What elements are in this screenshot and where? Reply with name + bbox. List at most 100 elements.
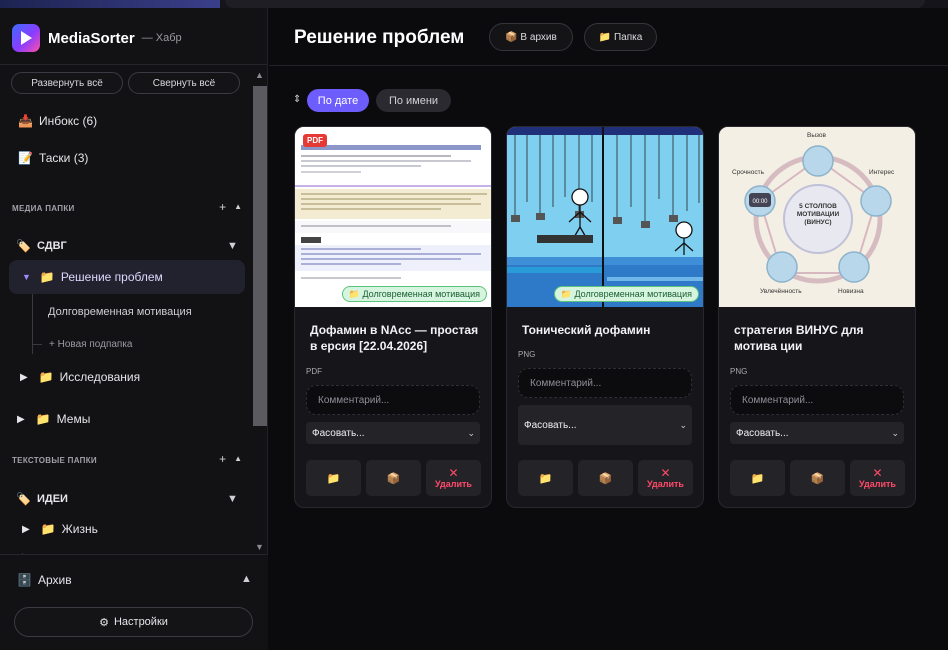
- comment-input[interactable]: Комментарий...: [306, 385, 480, 415]
- folder-icon: 📁: [40, 522, 56, 536]
- box-icon: 📦: [386, 472, 401, 485]
- folder-icon: 📁: [750, 472, 765, 485]
- archive-item-button[interactable]: 📦: [578, 460, 633, 496]
- select-value: Фасовать...: [736, 427, 789, 439]
- collapsed-arrow-icon[interactable]: ▶: [17, 414, 25, 425]
- folder-badge[interactable]: 📁 Долговременная мотивация: [341, 286, 487, 302]
- folder-icon: 📁: [35, 412, 51, 426]
- sidebar-scrollbar[interactable]: ▲ ▼: [252, 68, 267, 562]
- delete-button[interactable]: ✕ Удалить: [850, 460, 905, 496]
- select-value: Фасовать...: [312, 427, 365, 439]
- card-file-type: PNG: [730, 367, 748, 376]
- tree-line: [32, 294, 33, 354]
- group-label: СДВГ: [36, 240, 67, 252]
- infographic-label: Новизна: [838, 288, 864, 295]
- folder-button[interactable]: 📁 Папка: [584, 23, 657, 51]
- sidebar-footer: 🗄️ Архив ▲ ⚙ Настройки: [0, 554, 268, 650]
- group-label: ИДЕИ: [36, 493, 68, 505]
- sort-into-select[interactable]: Фасовать... ⌄: [518, 405, 692, 445]
- ideas-toggle-icon[interactable]: ▼: [227, 493, 238, 505]
- collapse-text-section-button[interactable]: ▲: [234, 452, 242, 466]
- tag-icon: 🏷️: [16, 239, 31, 253]
- media-card[interactable]: 📁 Долговременная мотивация Тонический до…: [506, 126, 704, 508]
- move-to-folder-button[interactable]: 📁: [518, 460, 573, 496]
- comic-preview: [507, 127, 703, 307]
- sidebar-item-life[interactable]: ▶ 📁 Жизнь: [22, 522, 98, 536]
- sort-into-select[interactable]: Фасовать... ⌄: [730, 422, 904, 444]
- archive-item-button[interactable]: 📦: [790, 460, 845, 496]
- box-icon: 📦: [598, 472, 613, 485]
- expand-all-button[interactable]: Развернуть всё: [11, 72, 123, 94]
- app-subtitle: — Хабр: [141, 32, 182, 44]
- archive-icon: 🗄️: [17, 573, 32, 587]
- top-strip: [0, 0, 948, 8]
- add-text-folder-button[interactable]: +: [219, 452, 226, 466]
- sidebar-item-archive[interactable]: 🗄️ Архив: [17, 573, 72, 587]
- sort-into-select[interactable]: Фасовать... ⌄: [306, 422, 480, 444]
- delete-label: Удалить: [435, 478, 472, 489]
- scroll-up-icon[interactable]: ▲: [255, 70, 264, 80]
- card-thumbnail[interactable]: PDF 📁 Долговременная мотивация: [295, 127, 491, 307]
- expanded-arrow-icon[interactable]: ▼: [22, 272, 31, 282]
- delete-button[interactable]: ✕ Удалить: [426, 460, 481, 496]
- tree-branch: [32, 344, 42, 345]
- infographic-label: Срочность: [732, 169, 764, 176]
- sdvg-toggle-icon[interactable]: ▼: [227, 240, 238, 252]
- close-icon: ✕: [872, 465, 883, 480]
- main-content: Решение проблем 📦 В архив 📁 Папка ⇕ По д…: [269, 8, 948, 650]
- card-title: стратегия ВИНУС для мотива ции: [734, 323, 864, 353]
- folder-badge[interactable]: 📁 Долговременная мотивация: [553, 286, 699, 302]
- infographic-label: Вызов: [807, 132, 826, 139]
- page-title: Решение проблем: [294, 27, 465, 48]
- media-card[interactable]: PDF 📁 Долговременная мотивация Дофамин в…: [294, 126, 492, 508]
- sidebar-item-research[interactable]: ▶ 📁 Исследования: [20, 370, 140, 384]
- settings-button[interactable]: ⚙ Настройки: [14, 607, 253, 637]
- chevron-down-icon: ⌄: [891, 427, 899, 438]
- collapsed-arrow-icon[interactable]: ▶: [20, 372, 28, 383]
- add-media-folder-button[interactable]: +: [219, 200, 226, 214]
- sort-by-name-button[interactable]: По имени: [376, 89, 451, 112]
- tasks-icon: 📝: [18, 151, 33, 165]
- folder-label: Исследования: [59, 370, 141, 384]
- card-file-type: PDF: [306, 367, 322, 376]
- archive-toggle-icon[interactable]: ▲: [241, 573, 252, 585]
- sidebar-item-problem-solving[interactable]: ▼ 📁 Решение проблем: [22, 270, 163, 284]
- sidebar-item-tasks[interactable]: 📝 Таски (3): [18, 151, 88, 165]
- sidebar: MediaSorter — Хабр Развернуть всё Сверну…: [0, 8, 268, 650]
- new-subfolder-button[interactable]: + Новая подпапка: [49, 339, 133, 350]
- sidebar-group-sdvg[interactable]: 🏷️ СДВГ: [16, 239, 67, 253]
- delete-label: Удалить: [647, 478, 684, 489]
- sidebar-subitem-long-motivation[interactable]: Долговременная мотивация: [48, 306, 192, 318]
- archive-item-button[interactable]: 📦: [366, 460, 421, 496]
- brand: MediaSorter — Хабр: [12, 24, 182, 52]
- media-card[interactable]: 00:00 5 СТОЛПОВ МОТИВАЦИИ (ВИНУС) Вызов …: [718, 126, 916, 508]
- tasks-label: Таски (3): [38, 151, 89, 165]
- sidebar-group-ideas[interactable]: 🏷️ ИДЕИ: [16, 492, 68, 506]
- gear-icon: ⚙: [99, 616, 109, 629]
- card-title: Тонический дофамин: [522, 323, 651, 337]
- comment-input[interactable]: Комментарий...: [518, 368, 692, 398]
- card-thumbnail[interactable]: 📁 Долговременная мотивация: [507, 127, 703, 307]
- text-folders-actions: + ▲: [219, 452, 242, 466]
- archive-button[interactable]: 📦 В архив: [489, 23, 573, 51]
- archive-label: Архив: [37, 573, 72, 587]
- sort-icon: ⇕: [293, 94, 302, 105]
- card-thumbnail[interactable]: 00:00 5 СТОЛПОВ МОТИВАЦИИ (ВИНУС) Вызов …: [719, 127, 915, 307]
- comment-input[interactable]: Комментарий...: [730, 385, 904, 415]
- app-name: MediaSorter: [48, 29, 135, 47]
- collapse-all-button[interactable]: Свернуть всё: [128, 72, 240, 94]
- scrollbar-thumb[interactable]: [253, 86, 267, 426]
- sidebar-item-memes[interactable]: ▶ 📁 Мемы: [17, 412, 90, 426]
- move-to-folder-button[interactable]: 📁: [306, 460, 361, 496]
- infographic-label: Интерес: [869, 169, 895, 176]
- move-to-folder-button[interactable]: 📁: [730, 460, 785, 496]
- sort-by-date-button[interactable]: По дате: [307, 89, 369, 112]
- scroll-down-icon[interactable]: ▼: [255, 542, 264, 552]
- delete-button[interactable]: ✕ Удалить: [638, 460, 693, 496]
- folder-icon: 📁: [538, 472, 553, 485]
- collapse-media-section-button[interactable]: ▲: [234, 200, 242, 214]
- sidebar-item-inbox[interactable]: 📥 Инбокс (6): [18, 114, 97, 128]
- page-header: Решение проблем 📦 В архив 📁 Папка: [269, 8, 948, 66]
- folder-icon: 📁: [38, 370, 54, 384]
- collapsed-arrow-icon[interactable]: ▶: [22, 524, 30, 535]
